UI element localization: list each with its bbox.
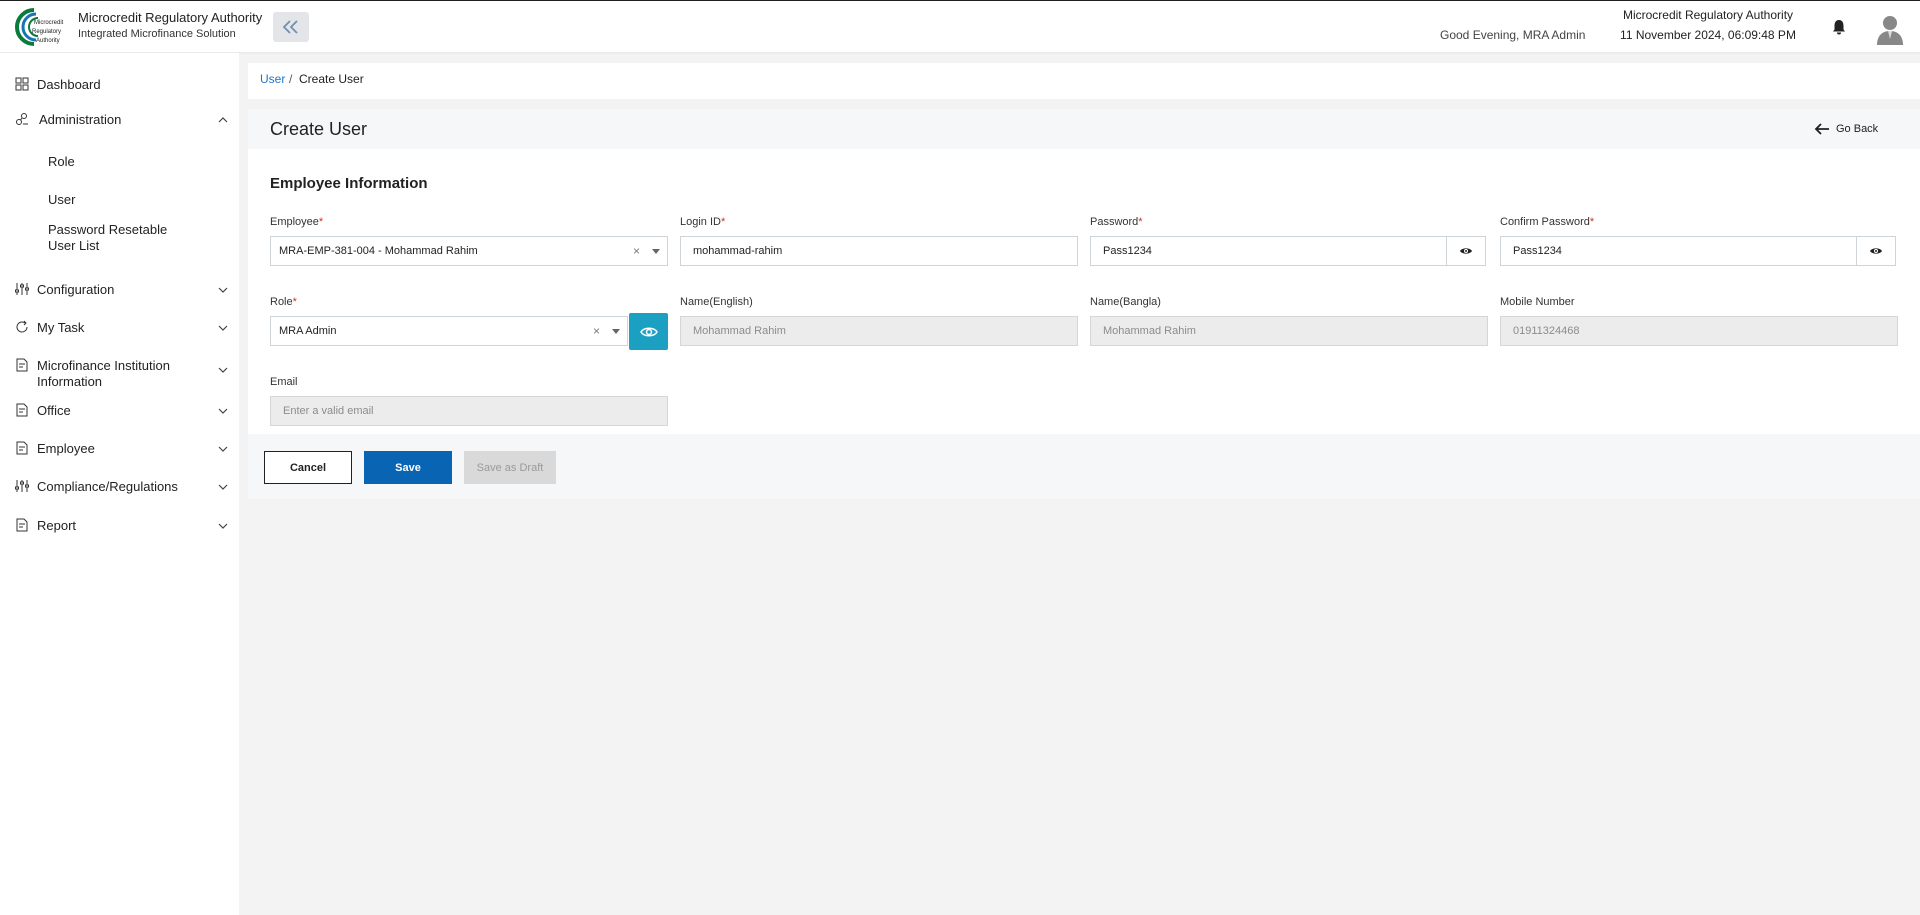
chevron-down-icon [218, 367, 228, 373]
name-english-label: Name(English) [680, 296, 753, 308]
grid-icon [15, 77, 29, 91]
brand-title: Microcredit Regulatory Authority [78, 10, 263, 25]
view-role-button[interactable] [629, 313, 668, 350]
task-icon [16, 320, 28, 333]
mobile-number-label: Mobile Number [1500, 296, 1575, 308]
toggle-password-visibility-button[interactable] [1446, 236, 1486, 266]
name-english-input: Mohammad Rahim [680, 316, 1078, 346]
sidebar: Dashboard Administration Role User Passw… [0, 53, 239, 915]
breadcrumb-separator: / [289, 72, 293, 86]
sidebar-item-office[interactable]: Office [0, 396, 239, 424]
sliders-icon [15, 283, 29, 295]
sidebar-item-report[interactable]: Report [0, 511, 239, 539]
chevron-down-icon [218, 484, 228, 490]
save-as-draft-button[interactable]: Save as Draft [464, 451, 556, 484]
mra-logo: Microcredit Regulatory Authority [15, 8, 64, 46]
clear-icon[interactable]: × [633, 237, 640, 265]
role-select[interactable]: MRA Admin × [270, 316, 628, 346]
page-title: Create User [270, 119, 368, 139]
sidebar-item-microfinance-institution-information[interactable]: Microfinance Institution Information [0, 351, 239, 389]
sidebar-item-label: Configuration [37, 282, 115, 297]
greeting-text: Good Evening, MRA Admin [1440, 28, 1586, 42]
employee-label: Employee* [270, 216, 324, 228]
role-select-value: MRA Admin [279, 325, 337, 337]
sidebar-item-configuration[interactable]: Configuration [0, 275, 239, 303]
arrow-left-icon [1814, 123, 1829, 135]
breadcrumb: User / Create User [248, 63, 1920, 99]
sliders-icon [15, 480, 29, 492]
eye-icon [639, 327, 658, 336]
breadcrumb-current: Create User [299, 72, 364, 86]
go-back-label: Go Back [1836, 123, 1879, 135]
chevron-down-icon [218, 446, 228, 452]
password-label: Password* [1090, 216, 1143, 228]
sidebar-item-employee[interactable]: Employee [0, 434, 239, 462]
save-button[interactable]: Save [364, 451, 452, 484]
eye-icon [1870, 248, 1882, 254]
caret-down-icon[interactable] [652, 249, 660, 254]
confirm-password-label: Confirm Password* [1500, 216, 1595, 228]
logo-text-2: Regulatory [32, 29, 61, 35]
logo-text-3: Authority [36, 38, 60, 44]
app-header: Microcredit Regulatory Authority Microcr… [0, 1, 1920, 52]
login-id-label: Login ID* [680, 216, 726, 228]
confirm-password-input[interactable]: Pass1234 [1500, 236, 1872, 266]
name-bangla-label: Name(Bangla) [1090, 296, 1161, 308]
name-bangla-input: Mohammad Rahim [1090, 316, 1488, 346]
sidebar-item-administration[interactable]: Administration [0, 105, 239, 133]
clear-icon[interactable]: × [593, 317, 600, 345]
sidebar-item-label: Microfinance Institution Information [37, 358, 170, 389]
sidebar-subitem-password-resetable-user-list[interactable]: Password Resetable User List [48, 222, 198, 254]
chevron-up-icon [218, 117, 228, 123]
sidebar-item-label: Report [37, 518, 77, 533]
role-label: Role* [270, 296, 297, 308]
sidebar-item-compliance-regulations[interactable]: Compliance/Regulations [0, 472, 239, 500]
section-title: Employee Information [270, 175, 428, 192]
sidebar-subitem-role[interactable]: Role [48, 154, 75, 170]
sidebar-collapse-button[interactable] [273, 12, 309, 42]
email-input[interactable]: Enter a valid email [270, 396, 668, 426]
breadcrumb-link-user[interactable]: User [260, 72, 285, 86]
user-avatar-icon[interactable] [1875, 13, 1905, 45]
sidebar-item-label: Employee [37, 441, 95, 456]
eye-icon [1460, 248, 1472, 254]
sidebar-item-dashboard[interactable]: Dashboard [0, 70, 239, 98]
logo-text-1: Microcredit [34, 20, 64, 26]
caret-down-icon[interactable] [612, 329, 620, 334]
sidebar-item-label: Compliance/Regulations [37, 479, 178, 494]
double-chevron-left-icon [282, 20, 298, 34]
sidebar-item-label: Office [37, 403, 71, 418]
create-user-card: Create User Go Back Employee Information… [248, 109, 1920, 499]
employee-select[interactable]: MRA-EMP-381-004 - Mohammad Rahim × [270, 236, 668, 266]
sidebar-item-label: My Task [37, 320, 85, 335]
brand-subtitle: Integrated Microfinance Solution [78, 28, 236, 40]
toggle-confirm-password-visibility-button[interactable] [1856, 236, 1896, 266]
employee-select-value: MRA-EMP-381-004 - Mohammad Rahim [279, 245, 478, 257]
mobile-number-input: 01911324468 [1500, 316, 1898, 346]
email-label: Email [270, 376, 298, 388]
form-actions: Cancel Save Save as Draft [248, 434, 1920, 499]
login-id-input[interactable]: mohammad-rahim [680, 236, 1078, 266]
document-icon [16, 518, 28, 532]
sidebar-subitem-user[interactable]: User [48, 192, 75, 208]
chevron-down-icon [218, 523, 228, 529]
cancel-button[interactable]: Cancel [264, 451, 352, 484]
chevron-down-icon [218, 325, 228, 331]
chevron-down-icon [218, 287, 228, 293]
current-datetime: 11 November 2024, 06:09:48 PM [1620, 28, 1796, 42]
org-name: Microcredit Regulatory Authority [1622, 8, 1794, 22]
bell-icon[interactable] [1830, 18, 1848, 36]
document-icon [16, 441, 28, 455]
sidebar-item-my-task[interactable]: My Task [0, 313, 239, 341]
sidebar-item-label: Administration [39, 112, 122, 127]
document-icon [16, 358, 28, 372]
chevron-down-icon [218, 408, 228, 414]
password-input[interactable]: Pass1234 [1090, 236, 1462, 266]
go-back-button[interactable]: Go Back [1814, 119, 1878, 139]
admin-icon [16, 113, 28, 125]
sidebar-item-label: Dashboard [37, 77, 101, 92]
document-icon [16, 403, 28, 417]
card-header: Create User Go Back [248, 109, 1920, 149]
